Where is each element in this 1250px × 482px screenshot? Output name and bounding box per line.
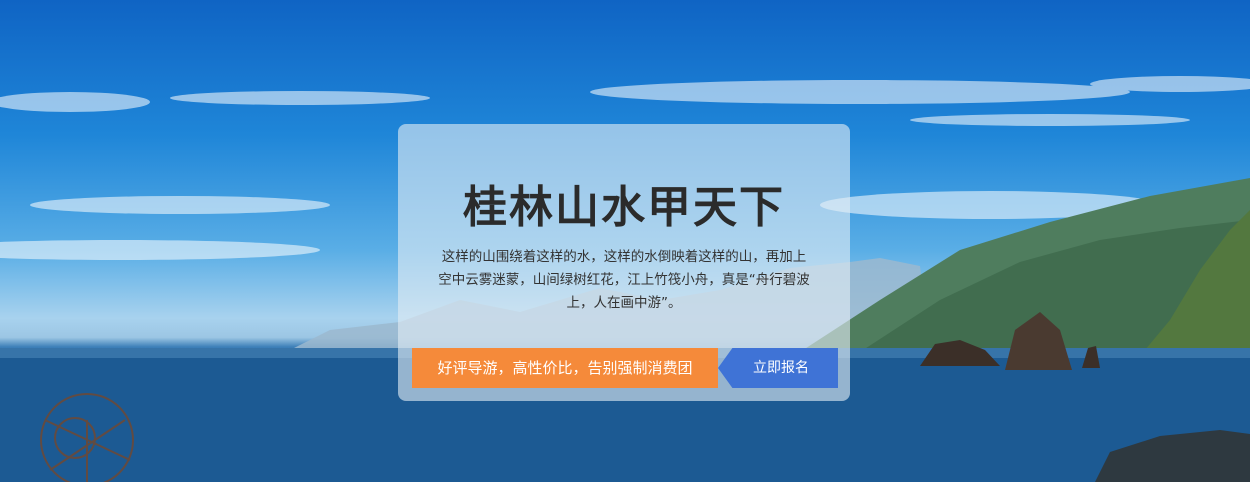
promo-tagline: 好评导游，高性价比，告别强制消费团	[412, 348, 718, 388]
promo-card: 桂林山水甲天下 这样的山围绕着这样的水，这样的水倒映着这样的山，再加上空中云雾迷…	[398, 124, 850, 401]
signup-button[interactable]: 立即报名	[718, 348, 838, 388]
card-description: 这样的山围绕着这样的水，这样的水倒映着这样的山，再加上空中云雾迷蒙，山间绿树红花…	[438, 249, 810, 311]
hero-banner: 桂林山水甲天下 这样的山围绕着这样的水，这样的水倒映着这样的山，再加上空中云雾迷…	[0, 0, 1250, 482]
page-title: 桂林山水甲天下	[463, 182, 785, 233]
